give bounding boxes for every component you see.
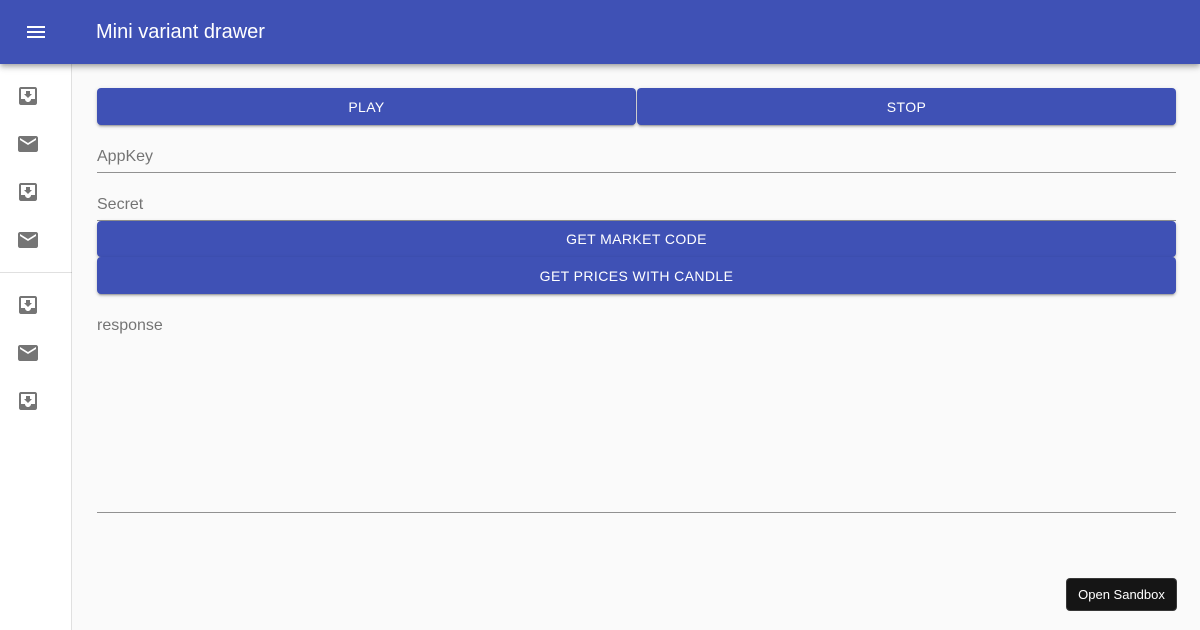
drawer-item-inbox-2[interactable] [0, 168, 72, 216]
mail-icon [18, 136, 38, 152]
response-textarea[interactable] [97, 340, 1176, 508]
mail-icon [18, 232, 38, 248]
response-underline [97, 512, 1176, 513]
secret-input[interactable] [97, 195, 1176, 219]
get-prices-with-candle-button[interactable]: GET PRICES WITH CANDLE [97, 257, 1176, 294]
drawer-divider [0, 272, 72, 273]
menu-icon [27, 26, 45, 38]
drawer-item-inbox-3[interactable] [0, 281, 72, 329]
menu-button[interactable] [12, 8, 60, 56]
inbox-icon [19, 392, 37, 410]
get-market-code-button[interactable]: GET MARKET CODE [97, 221, 1176, 257]
inbox-icon [19, 183, 37, 201]
open-sandbox-button[interactable]: Open Sandbox [1066, 578, 1177, 611]
drawer-item-inbox-1[interactable] [0, 72, 72, 120]
drawer-item-mail-3[interactable] [0, 329, 72, 377]
drawer-item-inbox-4[interactable] [0, 377, 72, 425]
appkey-input[interactable] [97, 147, 1176, 171]
play-button[interactable]: PLAY [97, 88, 636, 125]
drawer-item-mail-2[interactable] [0, 216, 72, 264]
stop-button[interactable]: STOP [637, 88, 1176, 125]
mail-icon [18, 345, 38, 361]
response-label: response [97, 317, 163, 334]
inbox-icon [19, 296, 37, 314]
page-title: Mini variant drawer [96, 21, 265, 43]
mini-drawer [0, 64, 72, 630]
app-bar: Mini variant drawer [0, 0, 1200, 64]
appkey-underline [97, 172, 1176, 173]
drawer-item-mail-1[interactable] [0, 120, 72, 168]
inbox-icon [19, 87, 37, 105]
